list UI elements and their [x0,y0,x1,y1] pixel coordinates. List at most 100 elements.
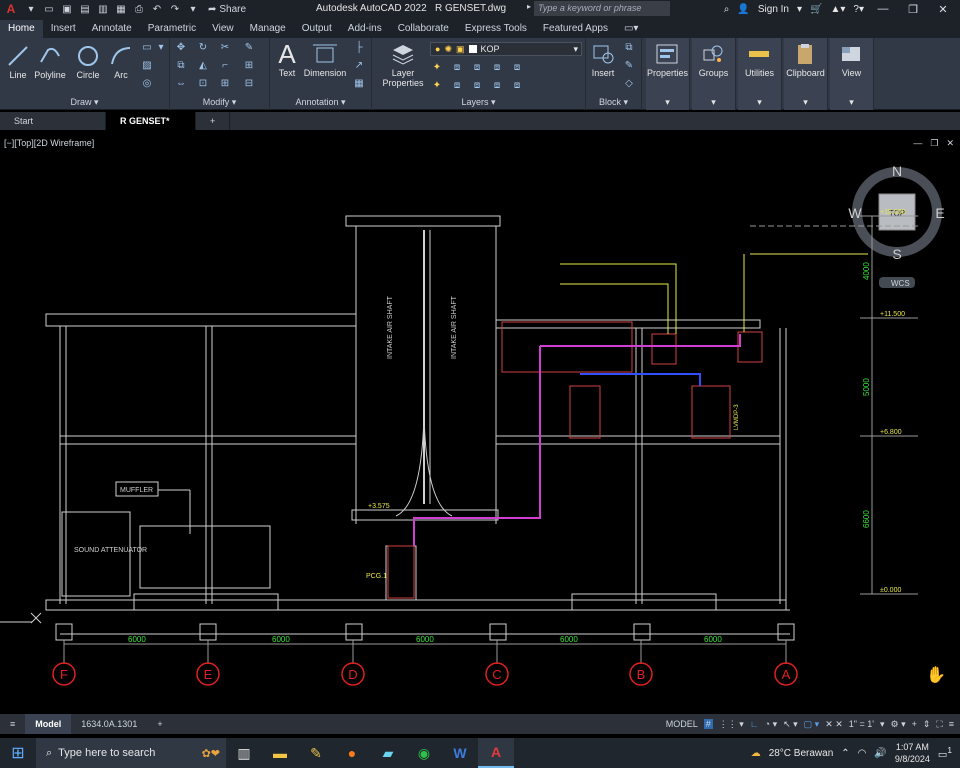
weather-icon[interactable]: ☁ [751,748,761,759]
file-explorer-icon[interactable]: ▬ [262,738,298,768]
tab-home[interactable]: Home [0,20,43,38]
tray-overflow-icon[interactable]: ⌃ [841,748,849,759]
weather-text[interactable]: 28°C Berawan [769,748,834,759]
add-layout-icon[interactable]: + [147,714,172,734]
search-icon[interactable]: ⌕ [724,4,730,15]
insert-block-button[interactable]: Insert [588,40,618,78]
volume-icon[interactable]: 🔊 [874,748,886,759]
user-icon[interactable]: 👤 [737,4,749,15]
new-file-icon[interactable]: ▭ [42,2,56,16]
rectangle-dropdown-icon[interactable]: ▾ [154,42,168,54]
mirror-icon[interactable]: ◭ [196,60,210,72]
grid-toggle-icon[interactable]: # [703,719,713,729]
tab-insert[interactable]: Insert [43,20,84,38]
layer-lock-icon[interactable]: ⧈ [490,62,504,74]
new-tab-icon[interactable]: + [196,112,231,130]
layer-properties-button[interactable]: Layer Properties [378,40,428,88]
layer-thaw-icon[interactable]: ⧈ [470,80,484,92]
trim-icon[interactable]: ✂ [218,42,232,54]
polar-toggle-icon[interactable]: ◔ ▾ [765,719,777,730]
share-button[interactable]: ➦ Share [208,4,246,15]
web-save-icon[interactable]: ▦ [114,2,128,16]
viewport-restore-icon[interactable]: ❐ [930,138,938,149]
offset-icon[interactable]: ⊟ [242,78,256,90]
save-as-icon[interactable]: ▥ [96,2,110,16]
annotation-panel-title[interactable]: Annotation ▾ [270,97,371,108]
annotation-scale-icon[interactable]: ✕ ✕ [825,719,843,730]
explode-icon[interactable]: ⊞ [242,60,256,72]
sign-in-link[interactable]: Sign In [758,4,789,15]
scale-icon[interactable]: ⊡ [196,78,210,90]
viewport-minimize-icon[interactable]: — [913,138,922,149]
tab-express-tools[interactable]: Express Tools [457,20,535,38]
layer-freeze-icon[interactable]: ⧈ [470,62,484,74]
tab-annotate[interactable]: Annotate [84,20,140,38]
properties-tile[interactable]: Properties ▾ [646,38,690,110]
view-tile[interactable]: View ▾ [830,38,874,110]
rotate-icon[interactable]: ↻ [196,42,210,54]
fillet-icon[interactable]: ⌐ [218,60,232,72]
open-folder-icon[interactable]: ▣ [60,2,74,16]
table-icon[interactable]: ▦ [352,78,366,90]
viewport-controls-label[interactable]: [−][Top][2D Wireframe] [4,138,94,148]
groups-tile[interactable]: Groups ▾ [692,38,736,110]
isolate-icon[interactable]: ⇕ [923,719,931,730]
pan-hand-icon[interactable]: ✋ [926,665,946,684]
model-space-button[interactable]: MODEL [666,719,698,729]
block-panel-title[interactable]: Block ▾ [586,97,641,108]
plot-icon[interactable]: ⎙ [132,2,146,16]
tab-view[interactable]: View [204,20,242,38]
help-icon[interactable]: ?▾ [853,4,864,15]
layer-isolate-icon[interactable]: ⧈ [450,62,464,74]
doc-tab-start[interactable]: Start [0,112,106,130]
windows-start-icon[interactable]: ⊞ [0,743,36,763]
erase-icon[interactable]: ✎ [242,42,256,54]
scale-dropdown-icon[interactable]: ▾ [880,719,885,730]
polyline-button[interactable]: Polyline [32,42,68,80]
firefox-icon[interactable]: ● [334,738,370,768]
leader-icon[interactable]: ↗ [352,60,366,72]
app-pen-icon[interactable]: ✎ [298,738,334,768]
autocad-taskbar-icon[interactable]: A [478,738,514,768]
layer-unlock-icon[interactable]: ⧈ [490,80,504,92]
cart-icon[interactable]: 🛒 [810,4,822,15]
rectangle-icon[interactable]: ▭ [140,42,154,54]
keyword-search-input[interactable]: Type a keyword or phrase [534,1,670,16]
minimize-button[interactable]: — [872,3,894,15]
layer-unisolate-icon[interactable]: ⧈ [450,80,464,92]
hatch-icon[interactable]: ▨ [140,60,154,72]
customize-status-icon[interactable]: ≡ [949,719,954,729]
ortho-toggle-icon[interactable]: ∟ [750,719,759,729]
create-block-icon[interactable]: ⧉ [622,42,636,54]
notes-app-icon[interactable]: ▰ [370,738,406,768]
circle-button[interactable]: Circle [72,42,104,80]
snap-toggle-icon[interactable]: ⋮⋮ ▾ [719,719,744,730]
plus-icon[interactable]: + [912,719,917,729]
stretch-icon[interactable]: ⇔ [174,78,188,90]
fullscreen-icon[interactable]: ⛶ [936,719,942,730]
isodraft-toggle-icon[interactable]: ↖ ▾ [783,719,798,730]
layer-on-icon[interactable]: ✦ [430,80,444,92]
sign-in-dropdown-icon[interactable]: ▾ [797,4,802,15]
utilities-tile[interactable]: Utilities ▾ [738,38,782,110]
autodesk-icon[interactable]: ▲▾ [830,4,845,15]
linear-dim-icon[interactable]: ├ [352,42,366,54]
tab-parametric[interactable]: Parametric [140,20,204,38]
doc-tab-genset[interactable]: R GENSET* ✕ [106,112,196,144]
array-icon[interactable]: ⊞ [218,78,232,90]
ellipse-icon[interactable]: ◎ [140,78,154,90]
taskbar-clock[interactable]: 1:07 AM 9/8/2024 [895,741,930,765]
drawing-canvas[interactable]: TOP N S E W WCS INTAKE AIR SHAFT INTAKE … [0,134,960,714]
layout-menu-icon[interactable]: ≡ [0,714,25,734]
layer-off-icon[interactable]: ✦ [430,62,444,74]
whatsapp-icon[interactable]: ◉ [406,738,442,768]
restore-button[interactable]: ❐ [902,3,924,16]
redo-icon[interactable]: ↷ [168,2,182,16]
tab-collaborate[interactable]: Collaborate [390,20,457,38]
move-icon[interactable]: ✥ [174,42,188,54]
notifications-icon[interactable]: ▭1 [938,745,952,760]
tab-featured-apps[interactable]: Featured Apps [535,20,616,38]
tab-model[interactable]: Model [25,714,72,734]
block-attribute-icon[interactable]: ◇ [622,78,636,90]
tab-add-ins[interactable]: Add-ins [340,20,390,38]
